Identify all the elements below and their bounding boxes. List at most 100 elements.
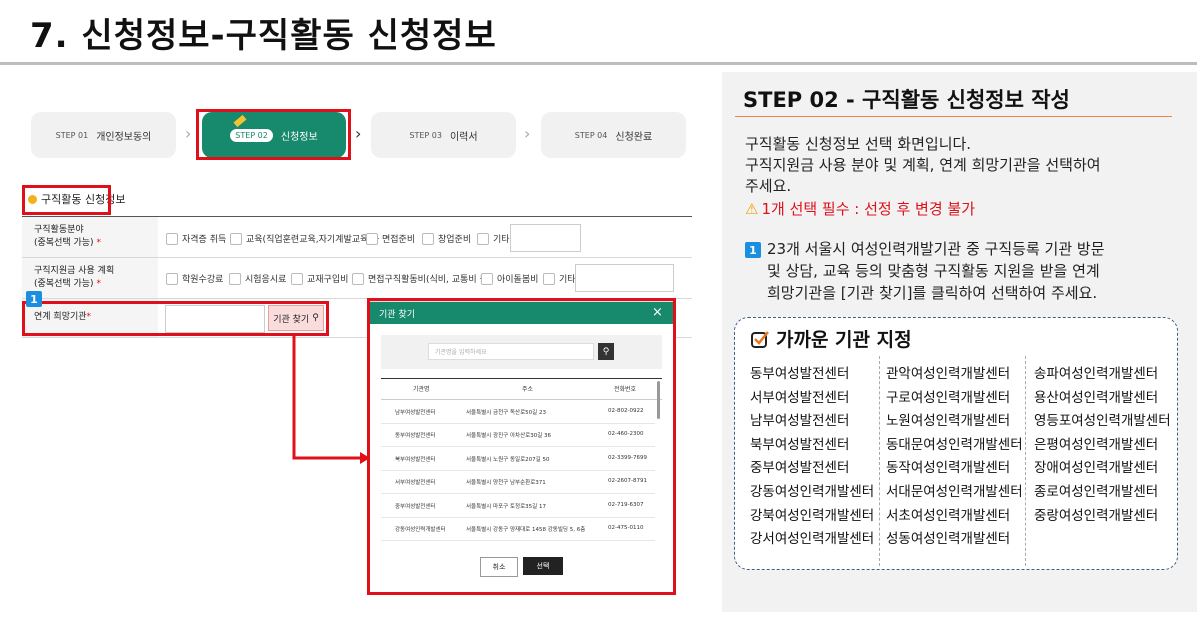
option-label: 시험응시료 — [245, 275, 287, 285]
center-name: 강서여성인력개발센터 — [750, 531, 875, 548]
label-sub: (중복선택 가능) — [34, 279, 94, 289]
center-name: 장애여성인력개발센터 — [1034, 460, 1159, 477]
center-name: 용산여성인력개발센터 — [1034, 389, 1159, 406]
step-badge: 1 — [26, 291, 42, 307]
checkbox-option[interactable]: 시험응시료 — [229, 272, 286, 285]
checkbox[interactable] — [422, 232, 434, 245]
note-line: 23개 서울시 여성인력개발기관 중 구직등록 기관 방문 — [767, 240, 1105, 258]
warning-label: 1개 선택 필수 : 선정 후 변경 불가 — [761, 200, 976, 218]
option-label: 교육(직업훈련교육,자기계발교육 등 — [246, 235, 380, 245]
checkbox-option[interactable]: 교육(직업훈련교육,자기계발교육 등 — [230, 232, 379, 245]
warning-icon: ⚠ — [745, 199, 759, 218]
step-tag: STEP 03 — [409, 130, 442, 140]
other-input[interactable] — [575, 264, 674, 292]
checkbox-option[interactable]: 면접구직활동비(식비, 교통비 등) — [352, 272, 491, 285]
step-label: 이력서 — [449, 131, 478, 143]
option-label: 아이돌봄비 — [497, 275, 539, 285]
description: 구직지원금 사용 분야 및 계획, 연계 희망기관을 선택하여 — [745, 156, 1101, 174]
step-3[interactable]: STEP 03 이력서 — [371, 112, 516, 158]
step-badge: 1 — [745, 242, 761, 258]
description: 주세요. — [745, 177, 792, 195]
center-name: 동작여성인력개발센터 — [886, 460, 1011, 477]
highlight-box — [367, 298, 676, 595]
checkbox[interactable] — [366, 232, 378, 245]
option-label: 자격증 취득 — [182, 235, 227, 245]
checkbox-option[interactable]: 기타 — [477, 232, 510, 245]
row-label: 구직지원금 사용 계획 (중복선택 가능) * — [22, 258, 158, 298]
checkbox-option[interactable]: 교재구입비 — [291, 272, 348, 285]
center-name: 서부여성발전센터 — [750, 389, 850, 406]
description: 구직활동 신청정보 선택 화면입니다. — [745, 135, 972, 153]
center-name: 동부여성발전센터 — [750, 366, 850, 382]
center-name: 남부여성발전센터 — [750, 413, 850, 430]
option-label: 기타 — [559, 275, 576, 285]
checkbox-option[interactable]: 자격증 취득 — [166, 232, 226, 245]
required-mark: * — [96, 279, 101, 289]
checkbox-option[interactable]: 기타 — [543, 272, 576, 285]
center-name: 강북여성인력개발센터 — [750, 507, 875, 524]
center-name: 중부여성발전센터 — [750, 460, 850, 477]
center-name: 종로여성인력개발센터 — [1034, 483, 1159, 500]
checkbox[interactable] — [352, 272, 364, 285]
option-label: 학원수강료 — [182, 275, 224, 285]
step-label: 개인정보동의 — [96, 131, 152, 143]
center-name: 강동여성인력개발센터 — [750, 483, 875, 500]
checklist-icon — [751, 330, 769, 348]
center-name: 관악여성인력개발센터 — [886, 366, 1011, 382]
panel-title: STEP 02 - 구직활동 신청정보 작성 — [743, 88, 1070, 112]
checkbox[interactable] — [481, 272, 493, 285]
label-text: 구직활동분야 — [34, 224, 84, 235]
center-name: 북부여성발전센터 — [750, 436, 850, 453]
note-line: 희망기관을 [기관 찾기]를 클릭하여 선택하여 주세요. — [767, 284, 1098, 302]
step-1[interactable]: STEP 01 개인정보동의 — [31, 112, 176, 158]
title-divider — [0, 62, 1197, 65]
column-divider — [1025, 356, 1026, 566]
option-label: 창업준비 — [438, 235, 472, 245]
option-label: 기타 — [493, 235, 510, 245]
center-name: 서대문여성인력개발센터 — [886, 483, 1023, 500]
note-line: 및 상담, 교육 등의 맞춤형 구직활동 지원을 받을 연계 — [767, 262, 1100, 280]
label-text: 구직지원금 사용 계획 — [34, 265, 115, 276]
other-input[interactable] — [510, 224, 581, 252]
row-label: 구직활동분야 (중복선택 가능) * — [22, 217, 158, 257]
nearby-title-text: 가까운 기관 지정 — [776, 329, 912, 351]
center-name: 서초여성인력개발센터 — [886, 507, 1011, 524]
slide-title: 7. 신청정보-구직활동 신청정보 — [30, 16, 497, 56]
highlight-box — [22, 185, 111, 215]
center-name: 영등포여성인력개발센터 — [1034, 413, 1171, 430]
checkbox-option[interactable]: 창업준비 — [422, 232, 471, 245]
checkbox[interactable] — [543, 272, 555, 285]
center-name: 중랑여성인력개발센터 — [1034, 507, 1159, 524]
nearby-title: 가까운 기관 지정 — [750, 325, 912, 352]
step-label: 신청완료 — [615, 131, 653, 143]
checkbox[interactable] — [166, 272, 178, 285]
connector-arrow — [292, 336, 370, 464]
checkbox[interactable] — [477, 232, 489, 245]
step-4[interactable]: STEP 04 신청완료 — [541, 112, 686, 158]
highlight-box — [196, 109, 351, 160]
checkbox[interactable] — [291, 272, 303, 285]
checkbox[interactable] — [229, 272, 241, 285]
center-name: 송파여성인력개발센터 — [1034, 366, 1159, 382]
center-name: 은평여성인력개발센터 — [1034, 436, 1159, 453]
required-mark: * — [96, 238, 101, 248]
option-label: 면접준비 — [382, 235, 416, 245]
panel-divider — [735, 116, 1172, 117]
center-name: 동대문여성인력개발센터 — [886, 436, 1023, 453]
checkbox[interactable] — [166, 232, 178, 245]
chevron-right-icon: › — [185, 124, 192, 143]
checkbox[interactable] — [230, 232, 242, 245]
column-divider — [879, 356, 880, 566]
checkbox-option[interactable]: 면접준비 — [366, 232, 415, 245]
chevron-right-icon: › — [355, 124, 362, 143]
checkbox-option[interactable]: 아이돌봄비 — [481, 272, 538, 285]
step-tag: STEP 01 — [55, 130, 89, 140]
center-name: 구로여성인력개발센터 — [886, 389, 1011, 406]
option-label: 교재구입비 — [307, 275, 349, 285]
checkbox-option[interactable]: 학원수강료 — [166, 272, 223, 285]
centers-column: 송파여성인력개발센터용산여성인력개발센터영등포여성인력개발센터은평여성인력개발센… — [1034, 363, 1171, 528]
center-name: 성동여성인력개발센터 — [886, 531, 1011, 548]
chevron-right-icon: › — [524, 124, 531, 143]
center-name: 노원여성인력개발센터 — [886, 413, 1011, 430]
option-label: 면접구직활동비(식비, 교통비 등) — [368, 275, 492, 285]
